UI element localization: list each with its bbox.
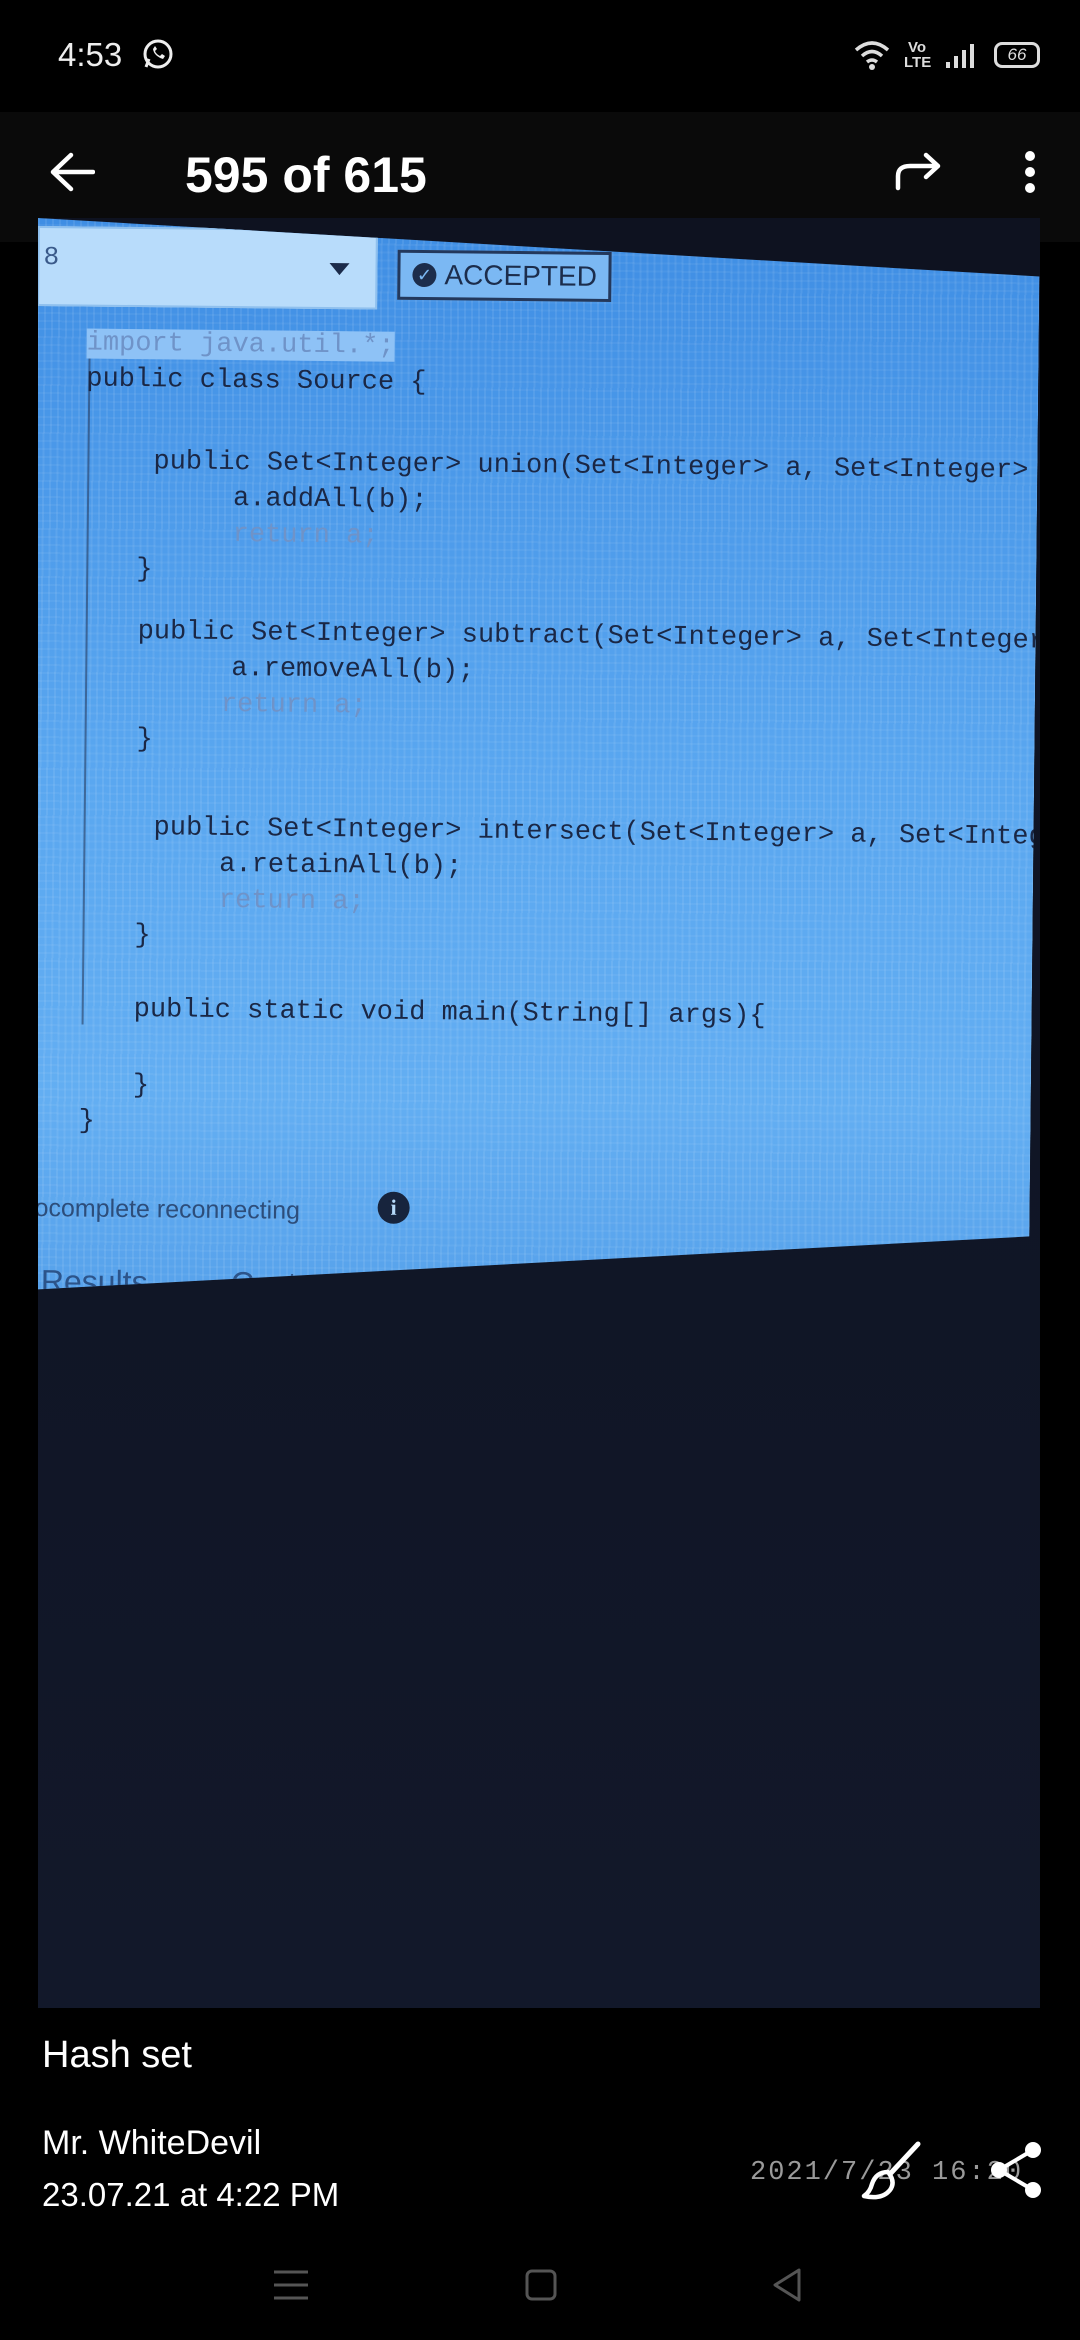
eval-time-value: 2.54s	[398, 1641, 461, 1671]
check-circle-icon: ⊘	[376, 1431, 410, 1464]
testcase-item: ple_TC_Uni...	[38, 1537, 196, 1571]
info-icon: i	[377, 1192, 409, 1224]
code-line: }	[136, 725, 153, 756]
nav-back-button[interactable]	[762, 2260, 812, 2310]
reconnect-status: tocomplete reconnecting	[38, 1193, 301, 1225]
chevron-down-icon	[329, 263, 349, 275]
share-icon	[991, 2142, 1041, 2198]
code-line: return a;	[220, 689, 367, 722]
code-line: }	[136, 555, 153, 586]
photographed-screen: 8 ✓ ACCEPTED import java.util.*; public …	[38, 218, 1040, 1828]
logs-link: ...mon logs	[381, 1786, 499, 1815]
wifi-icon	[854, 41, 890, 70]
volte-indicator: Vo LTE	[904, 39, 932, 71]
menu-icon	[274, 2270, 308, 2300]
check-circle-icon: ✓	[412, 263, 436, 287]
arrow-left-icon	[50, 152, 95, 192]
tab-custom-input: Custom Input	[230, 1265, 422, 1304]
forward-button[interactable]	[886, 140, 950, 204]
code-line: a.retainAll(b);	[219, 849, 463, 883]
photo-author: Mr. WhiteDevil	[42, 2124, 262, 2162]
accepted-badge: ✓ ACCEPTED	[397, 250, 612, 302]
home-square-icon	[525, 2269, 557, 2301]
code-line: a.removeAll(b);	[231, 654, 475, 687]
description-label: Description	[379, 1531, 480, 1555]
code-line: import java.util.*;	[86, 328, 395, 362]
language-dropdown: 8	[38, 226, 378, 310]
back-triangle-icon	[773, 2268, 801, 2302]
testcase-item: ple_TC_Int...	[38, 1357, 187, 1391]
photo-date: 23.07.21 at 4:22 PM	[42, 2176, 340, 2213]
photo-counter: 595 of 615	[185, 147, 427, 203]
battery-indicator: 66	[994, 42, 1040, 68]
testcase-list: ple_TC_Int... ple_TC_Uni...	[38, 1328, 296, 1731]
description-text: Testcase passed!	[378, 1559, 619, 1598]
nav-home-button[interactable]	[516, 2260, 566, 2310]
mouse-cursor-icon	[563, 1606, 589, 1642]
cpu-label: CPU	[798, 1678, 841, 1701]
system-nav-bar	[0, 2230, 1080, 2340]
code-line: }	[78, 1106, 95, 1137]
back-button[interactable]	[40, 140, 104, 204]
eval-time-label: Eval Time	[398, 1676, 487, 1700]
status-icons: Vo LTE 66	[854, 38, 1040, 72]
code-line: return a;	[232, 520, 379, 552]
code-line: }	[134, 921, 151, 952]
edit-button[interactable]	[860, 2138, 924, 2202]
whatsapp-icon	[143, 39, 173, 69]
status-time: 4:53	[58, 36, 123, 73]
tab-results: Results	[40, 1263, 148, 1301]
code-line: a.addAll(b);	[232, 484, 428, 517]
photo-caption-title: Hash set	[42, 2034, 192, 2076]
share-button[interactable]	[985, 2138, 1049, 2202]
nav-menu-button[interactable]	[266, 2260, 316, 2310]
passed-label: Passed	[408, 1431, 506, 1465]
code-line: return a;	[218, 885, 365, 918]
forward-arrow-icon	[895, 152, 941, 191]
passed-badge: ⊘ Passed	[358, 1411, 525, 1485]
status-bar: 4:53 Vo LTE 66	[0, 0, 1080, 112]
photo-viewer[interactable]: 8 ✓ ACCEPTED import java.util.*; public …	[38, 218, 1040, 2008]
signal-icon	[946, 44, 974, 68]
dropdown-value: 8	[43, 242, 60, 273]
code-line: }	[132, 1071, 150, 1102]
accepted-label: ACCEPTED	[444, 259, 598, 292]
more-vertical-icon	[1025, 151, 1035, 193]
code-line: public class Source {	[86, 364, 427, 399]
paintbrush-icon	[861, 2141, 921, 2200]
more-options-button[interactable]	[1000, 140, 1060, 204]
list-divider	[276, 1369, 288, 1544]
cpu-value: 0s	[798, 1644, 826, 1673]
